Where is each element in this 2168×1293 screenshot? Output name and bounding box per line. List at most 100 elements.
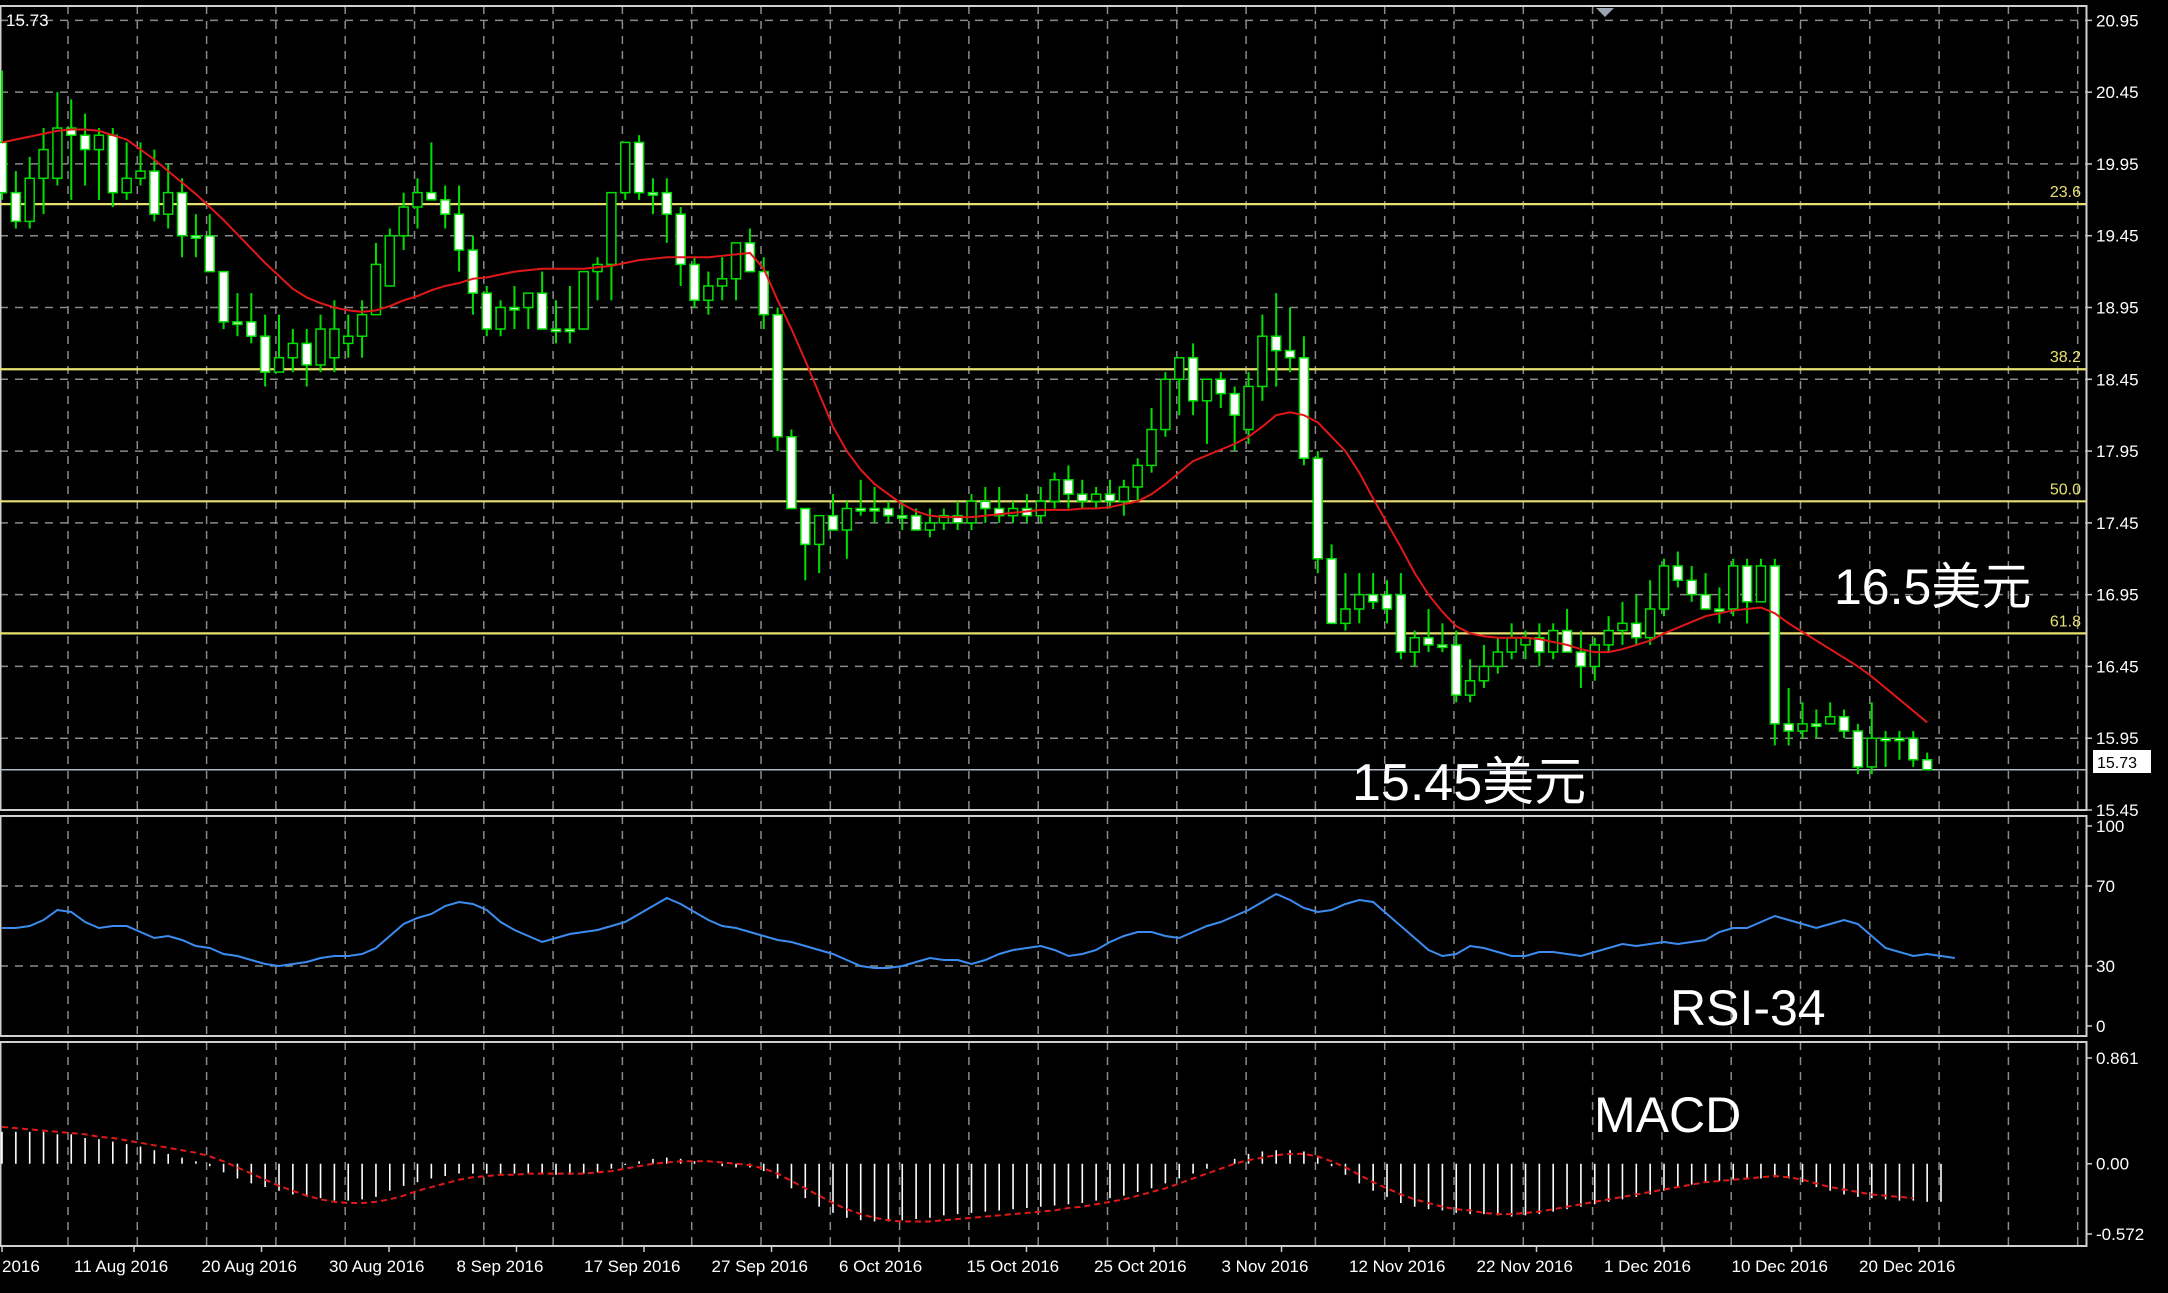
candle-body bbox=[633, 141, 645, 194]
candle-body bbox=[509, 306, 520, 311]
candle-body bbox=[883, 507, 894, 517]
candle-body bbox=[1340, 608, 1351, 625]
candle-body bbox=[1838, 715, 1850, 732]
candle-body bbox=[1672, 565, 1684, 582]
candle-body bbox=[1451, 644, 1462, 696]
price-axis-label: 16.45 bbox=[2096, 657, 2139, 676]
candle-body bbox=[135, 170, 146, 180]
candle-body bbox=[1561, 629, 1573, 653]
candle-body bbox=[1077, 493, 1088, 503]
rsi-label: RSI-34 bbox=[1670, 980, 1826, 1036]
candle-body bbox=[107, 134, 119, 194]
candle-body bbox=[93, 134, 105, 151]
candle-body bbox=[38, 148, 49, 180]
candle-body bbox=[786, 435, 797, 510]
candle-body bbox=[1063, 479, 1074, 495]
candle-body bbox=[1270, 335, 1282, 352]
candle-body bbox=[315, 328, 326, 366]
candle-body bbox=[1381, 593, 1393, 610]
candle-body bbox=[550, 328, 562, 333]
candle-body bbox=[1437, 644, 1448, 649]
candle-body bbox=[1478, 665, 1490, 682]
candle-body bbox=[800, 507, 811, 546]
price-axis-label: 20.95 bbox=[2096, 11, 2139, 30]
trading-chart[interactable]: 23.6 38.2 50.0 61.8 20.95 20.45 19.95 19.45 18.… bbox=[0, 0, 2168, 1288]
candle-body bbox=[343, 335, 354, 345]
candle-body bbox=[1686, 579, 1697, 596]
candle-body bbox=[176, 191, 188, 237]
candle-body bbox=[564, 328, 576, 333]
price-axis-label: 17.45 bbox=[2096, 514, 2139, 533]
candle-body bbox=[1257, 335, 1268, 388]
candle-body bbox=[1617, 622, 1628, 632]
candle-body bbox=[869, 507, 880, 512]
x-axis-label: 20 Dec 2016 bbox=[1859, 1257, 1955, 1276]
candle-body bbox=[1700, 593, 1711, 610]
x-axis-label: 25 Oct 2016 bbox=[1094, 1257, 1187, 1276]
fib-label-61.8: 61.8 bbox=[2050, 613, 2081, 630]
candle-body bbox=[1395, 593, 1407, 653]
candle-body bbox=[772, 313, 783, 438]
candle-body bbox=[1852, 730, 1864, 768]
candle-body bbox=[689, 263, 700, 302]
chart-svg: 23.6 38.2 50.0 61.8 20.95 20.45 19.95 19.45 18.… bbox=[0, 0, 2168, 1288]
price-axis-label: 19.45 bbox=[2096, 227, 2139, 246]
candle-body bbox=[1367, 593, 1379, 603]
fib-label-50.0: 50.0 bbox=[2050, 481, 2081, 498]
candle-body bbox=[924, 522, 936, 531]
candle-body bbox=[190, 234, 202, 239]
candle-body bbox=[356, 313, 368, 337]
candle-body bbox=[218, 270, 229, 323]
candle-body bbox=[1506, 636, 1517, 653]
candle-body bbox=[1132, 464, 1143, 488]
candle-body bbox=[453, 213, 465, 251]
candle-body bbox=[1921, 759, 1933, 771]
x-axis-label: 20 Aug 2016 bbox=[202, 1257, 297, 1276]
candle-body bbox=[1160, 378, 1171, 431]
macd-label: MACD bbox=[1594, 1087, 1741, 1143]
candle-body bbox=[1728, 565, 1739, 610]
candle-body bbox=[287, 342, 299, 359]
candle-body bbox=[1090, 493, 1102, 503]
candle-body bbox=[1797, 723, 1808, 732]
candle-body bbox=[412, 191, 423, 208]
candle-body bbox=[384, 234, 396, 287]
candle-body bbox=[1312, 457, 1323, 560]
candle-body bbox=[10, 191, 22, 223]
candle-body bbox=[232, 321, 243, 326]
price-axis-label: 20.45 bbox=[2096, 83, 2139, 102]
candle-body bbox=[1326, 558, 1337, 625]
candle-body bbox=[1811, 723, 1822, 728]
rsi-axis-label: 70 bbox=[2096, 877, 2115, 896]
candle-body bbox=[1174, 357, 1185, 381]
x-axis-label: 1 Dec 2016 bbox=[1604, 1257, 1691, 1276]
candle-body bbox=[841, 507, 853, 531]
rsi-axis-label: 100 bbox=[2096, 817, 2124, 836]
candle-body bbox=[370, 263, 382, 316]
candle-body bbox=[1644, 608, 1656, 639]
candle-body bbox=[1146, 428, 1157, 467]
candle-body bbox=[1354, 593, 1365, 610]
candle-body bbox=[897, 514, 908, 519]
candle-body bbox=[149, 170, 160, 215]
candle-body bbox=[426, 191, 437, 201]
candle-body bbox=[273, 357, 285, 373]
x-axis-label: 27 Sep 2016 bbox=[712, 1257, 808, 1276]
candle-body bbox=[1658, 565, 1670, 610]
price-axis-label: 17.95 bbox=[2096, 442, 2139, 461]
candle-body bbox=[1880, 737, 1891, 742]
candle-body bbox=[827, 514, 839, 531]
candle-body bbox=[467, 249, 479, 294]
candle-body bbox=[910, 514, 922, 531]
annotation-resistance: 16.5美元 bbox=[1834, 559, 2031, 615]
x-axis-label: 2016 bbox=[2, 1257, 40, 1276]
candle-body bbox=[259, 335, 271, 373]
x-axis-label: 12 Nov 2016 bbox=[1349, 1257, 1445, 1276]
candle-body bbox=[24, 177, 35, 223]
candle-body bbox=[1603, 629, 1614, 646]
candle-body bbox=[1783, 723, 1794, 732]
candle-body bbox=[1755, 565, 1767, 603]
candle-body bbox=[855, 507, 866, 512]
candle-body bbox=[1714, 608, 1725, 613]
candle-body bbox=[620, 141, 631, 194]
